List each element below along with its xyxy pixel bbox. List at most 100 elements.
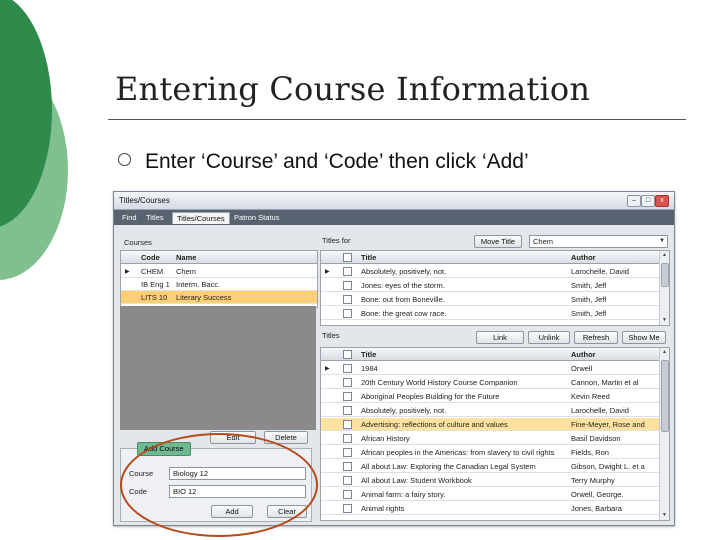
course-code: IB Eng 1	[141, 280, 170, 289]
scroll-thumb[interactable]	[661, 263, 669, 287]
row-checkbox[interactable]	[343, 309, 352, 318]
titles-for-grid: Title Author ▶ Absolutely, positively, n…	[320, 250, 670, 326]
row-checkbox[interactable]	[343, 267, 352, 276]
row-checkbox[interactable]	[343, 490, 352, 499]
title-row[interactable]: Advertising: reflections of culture and …	[321, 418, 669, 431]
scroll-down-icon[interactable]: ▼	[661, 317, 668, 324]
author-text: Smith, Jeff	[571, 309, 607, 318]
title-row[interactable]: ▶ 1984 Orwell	[321, 362, 669, 375]
bullet-text: Enter ‘Course’ and ‘Code’ then click ‘Ad…	[145, 150, 529, 173]
title-row[interactable]: African History Basil Davidson	[321, 432, 669, 445]
add-button[interactable]: Add	[211, 505, 253, 518]
col-author[interactable]: Author	[571, 350, 596, 359]
title-row[interactable]: African peoples in the Americas: from sl…	[321, 446, 669, 459]
titles-grid-header: Title Author	[321, 348, 669, 361]
row-checkbox[interactable]	[343, 392, 352, 401]
row-pointer-icon: ▶	[325, 366, 330, 372]
row-checkbox[interactable]	[343, 476, 352, 485]
course-row[interactable]: IB Eng 1 Interm. Bacc.	[121, 278, 317, 291]
delete-button[interactable]: Delete	[264, 431, 308, 444]
window-title: Titles/Courses	[119, 196, 170, 205]
col-title[interactable]: Title	[361, 350, 376, 359]
scroll-up-icon[interactable]: ▲	[661, 349, 668, 356]
title-text: African peoples in the Americas: from sl…	[361, 448, 555, 457]
row-checkbox[interactable]	[343, 281, 352, 290]
title-text: Bone: the great cow race.	[361, 309, 447, 318]
title-row[interactable]: Aboriginal Peoples Building for the Futu…	[321, 390, 669, 403]
menu-find[interactable]: Find	[118, 212, 141, 223]
titles-label: Titles	[322, 331, 340, 340]
clear-button[interactable]: Clear	[267, 505, 307, 518]
course-select[interactable]: Chem ▼	[529, 235, 668, 248]
row-checkbox[interactable]	[343, 364, 352, 373]
title-text: Advertising: reflections of culture and …	[361, 420, 508, 429]
row-checkbox[interactable]	[343, 504, 352, 513]
titles-grid: Title Author ▶ 1984 Orwell 20th Century …	[320, 347, 670, 521]
row-checkbox[interactable]	[343, 420, 352, 429]
unlink-button[interactable]: Unlink	[528, 331, 570, 344]
title-row[interactable]: ▶ Absolutely, positively, not. Larochell…	[321, 265, 669, 278]
course-row[interactable]: LITS 10 Literary Success	[121, 291, 317, 304]
scroll-down-icon[interactable]: ▼	[661, 512, 668, 519]
title-row[interactable]: Jones: eyes of the storm. Smith, Jeff	[321, 279, 669, 292]
title-text: Absolutely, positively, not.	[361, 406, 447, 415]
author-text: Fine-Meyer, Rose and	[571, 420, 645, 429]
add-course-panel: Add Course Course Biology 12 Code BIO 12…	[120, 442, 312, 522]
scroll-thumb[interactable]	[661, 360, 669, 432]
course-row[interactable]: ▶ CHEM Chem	[121, 265, 317, 278]
show-me-button[interactable]: Show Me	[622, 331, 666, 344]
row-checkbox[interactable]	[343, 448, 352, 457]
row-pointer-icon: ▶	[125, 269, 130, 275]
refresh-button[interactable]: Refresh	[574, 331, 618, 344]
green-deco-shape	[0, 0, 68, 280]
edit-button[interactable]: Edit	[210, 431, 256, 444]
author-text: Larochelle, David	[571, 406, 629, 415]
title-text: Aboriginal Peoples Building for the Futu…	[361, 392, 500, 401]
title-text: Absolutely, positively, not.	[361, 267, 447, 276]
author-text: Orwell, George.	[571, 490, 624, 499]
title-row[interactable]: All about Law: Student Workbook Terry Mu…	[321, 474, 669, 487]
menu-patron-status[interactable]: Patron Status	[230, 212, 283, 223]
link-button[interactable]: Link	[476, 331, 524, 344]
title-text: All about Law: Exploring the Canadian Le…	[361, 462, 536, 471]
title-row[interactable]: Bone: the great cow race. Smith, Jeff	[321, 307, 669, 320]
code-input[interactable]: BIO 12	[169, 485, 306, 498]
close-button[interactable]: x	[655, 195, 669, 207]
courses-empty-area	[120, 306, 316, 430]
title-row[interactable]: Bone: out from Boneville. Smith, Jeff	[321, 293, 669, 306]
window-titlebar[interactable]: Titles/Courses – □ x	[114, 192, 674, 210]
row-checkbox[interactable]	[343, 434, 352, 443]
move-title-button[interactable]: Move Title	[474, 235, 522, 248]
title-row[interactable]: Animal rights Jones, Barbara	[321, 502, 669, 515]
titles-for-scrollbar[interactable]: ▲ ▼	[659, 251, 669, 325]
col-title[interactable]: Title	[361, 253, 376, 262]
row-pointer-icon: ▶	[325, 269, 330, 275]
row-checkbox[interactable]	[343, 378, 352, 387]
title-text: Animal farm: a fairy story.	[361, 490, 446, 499]
menu-titles-courses[interactable]: Titles/Courses	[172, 212, 230, 224]
col-code[interactable]: Code	[141, 253, 160, 262]
title-text: 1984	[361, 364, 378, 373]
row-checkbox[interactable]	[343, 462, 352, 471]
title-row[interactable]: 20th Century World History Course Compan…	[321, 376, 669, 389]
course-input[interactable]: Biology 12	[169, 467, 306, 480]
row-checkbox[interactable]	[343, 406, 352, 415]
row-checkbox[interactable]	[343, 295, 352, 304]
select-all-checkbox[interactable]	[343, 350, 352, 359]
title-row[interactable]: Absolutely, positively, not. Larochelle,…	[321, 404, 669, 417]
title-row[interactable]: All about Law: Exploring the Canadian Le…	[321, 460, 669, 473]
author-text: Smith, Jeff	[571, 281, 607, 290]
course-name: Interm. Bacc.	[176, 280, 221, 289]
author-text: Basil Davidson	[571, 434, 621, 443]
courses-grid: Code Name ▶ CHEM Chem IB Eng 1 Interm. B…	[120, 250, 318, 308]
titles-scrollbar[interactable]: ▲ ▼	[659, 348, 669, 520]
select-all-checkbox[interactable]	[343, 253, 352, 262]
title-row[interactable]: Animal farm: a fairy story. Orwell, Geor…	[321, 488, 669, 501]
bullet-point: Enter ‘Course’ and ‘Code’ then click ‘Ad…	[118, 150, 529, 174]
col-author[interactable]: Author	[571, 253, 596, 262]
menu-titles[interactable]: Titles	[142, 212, 168, 223]
maximize-button[interactable]: □	[641, 195, 655, 207]
minimize-button[interactable]: –	[627, 195, 641, 207]
scroll-up-icon[interactable]: ▲	[661, 252, 668, 259]
col-name[interactable]: Name	[176, 253, 196, 262]
